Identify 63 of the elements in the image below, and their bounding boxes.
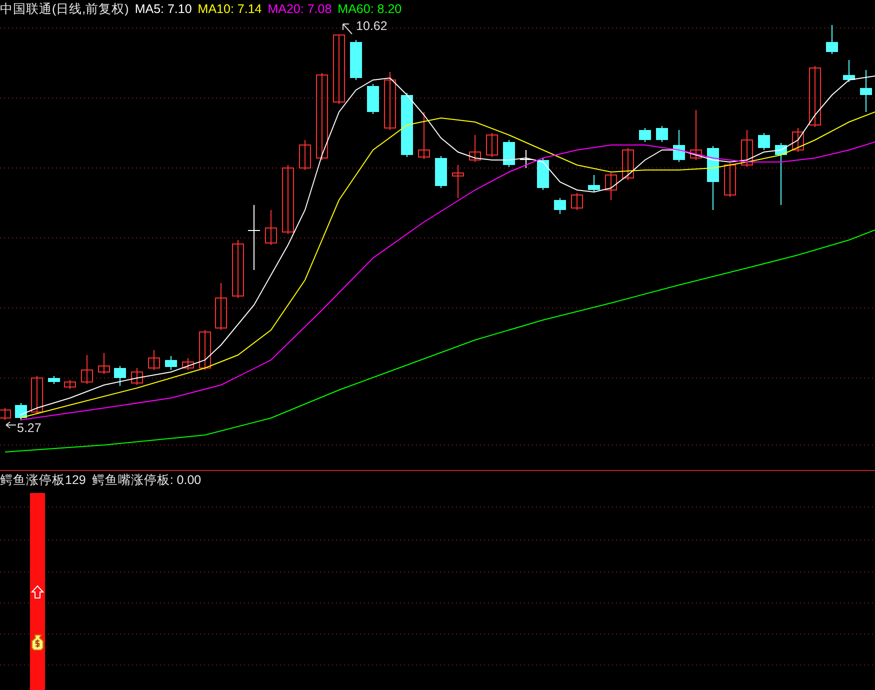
pointer-icon — [342, 24, 352, 34]
candlestick — [165, 356, 177, 370]
up-arrow-icon — [30, 585, 44, 598]
candlestick — [843, 60, 855, 82]
candlestick — [435, 156, 447, 188]
indicator-value: MA60: 8.20 — [338, 2, 402, 16]
candlestick — [809, 66, 821, 128]
candlestick — [724, 162, 736, 198]
candlestick — [554, 198, 566, 214]
pointer-icon — [6, 422, 16, 428]
candlestick — [520, 150, 532, 168]
candlestick — [333, 34, 345, 104]
candlestick — [384, 72, 396, 130]
candlestick — [31, 376, 43, 414]
candlestick — [248, 204, 260, 270]
price-label: 10.62 — [356, 19, 388, 33]
candlestick — [232, 240, 244, 298]
candlestick — [571, 192, 583, 210]
candlestick — [367, 84, 379, 114]
candlestick — [860, 70, 872, 112]
candlestick — [48, 376, 60, 384]
candlestick — [707, 146, 719, 210]
candlestick — [299, 140, 311, 170]
candlestick — [503, 140, 515, 168]
candlestick — [469, 134, 481, 162]
candlestick — [639, 128, 651, 142]
candlestick — [215, 282, 227, 330]
candlestick — [758, 132, 770, 150]
candlestick — [741, 130, 753, 168]
candlestick — [452, 164, 464, 198]
candlestick — [401, 92, 413, 158]
indicator-value: MA10: 7.14 — [198, 2, 262, 16]
chart-title: 中国联通(日线,前复权) — [0, 0, 129, 18]
candlestick — [81, 354, 93, 384]
candlestick — [792, 128, 804, 152]
candlestick — [622, 148, 634, 180]
candlestick — [131, 368, 143, 386]
candlestick — [350, 40, 362, 80]
candlestick — [98, 352, 110, 374]
candlestick — [64, 380, 76, 390]
candlestick — [15, 402, 27, 420]
candlestick — [418, 112, 430, 160]
candlestick — [182, 358, 194, 370]
candlestick — [199, 330, 211, 370]
candlestick — [656, 126, 668, 142]
candlestick — [605, 172, 617, 200]
candlestick — [0, 408, 11, 420]
indicator-value: MA20: 7.08 — [268, 2, 332, 16]
indicator-value: MA5: 7.10 — [134, 2, 192, 16]
indicator-title: 鳄鱼涨停板129 — [0, 472, 86, 489]
indicator-value: 鳄鱼嘴涨停板: 0.00 — [92, 472, 202, 489]
candlestick — [282, 164, 294, 234]
candlestick — [588, 174, 600, 192]
candlestick — [775, 142, 787, 206]
candlestick — [537, 158, 549, 190]
price-label: 5.27 — [17, 421, 42, 435]
candlestick — [486, 132, 498, 158]
candlestick — [690, 110, 702, 160]
candlestick — [148, 350, 160, 370]
candlestick — [826, 24, 838, 54]
candlestick — [673, 130, 685, 162]
candlestick — [265, 210, 277, 246]
candlestick — [114, 366, 126, 386]
